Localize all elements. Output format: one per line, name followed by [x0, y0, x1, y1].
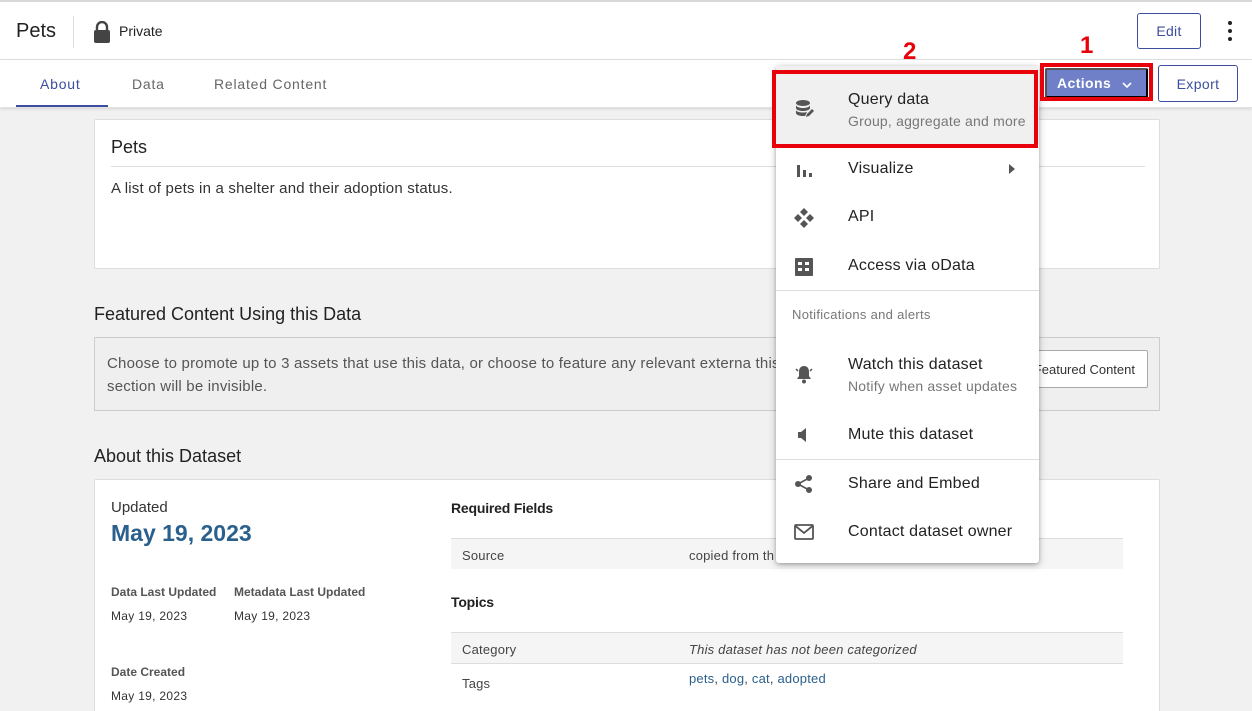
menu-item-sub: Notify when asset updates: [848, 378, 1018, 394]
updated-value: May 19, 2023: [111, 520, 252, 546]
menu-item-api[interactable]: API: [776, 192, 1039, 240]
metadata-last-updated-label: Metadata Last Updated: [234, 585, 366, 599]
menu-item-label: Visualize: [848, 160, 914, 177]
page-title: Pets: [16, 20, 57, 42]
table-row: Tags pets, dog, cat, adopted: [451, 663, 1123, 694]
tag-link[interactable]: adopted: [778, 671, 826, 686]
edit-button[interactable]: Edit: [1137, 13, 1201, 49]
table-row: Category This dataset has not been categ…: [451, 632, 1123, 663]
featured-heading: Featured Content Using this Data: [94, 304, 362, 324]
visibility-label: Private: [119, 23, 163, 39]
menu-item-mute[interactable]: Mute this dataset: [776, 410, 1039, 458]
menu-item-odata[interactable]: Access via oData: [776, 240, 1039, 290]
featured-button-label: Featured Content: [1033, 361, 1135, 377]
source-key: Source: [462, 548, 505, 563]
menu-item-label: API: [848, 208, 875, 225]
about-heading: About this Dataset: [94, 446, 242, 466]
metadata-last-updated-value: May 19, 2023: [234, 609, 311, 623]
menu-item-watch[interactable]: Watch this dataset Notify when asset upd…: [776, 342, 1039, 406]
annotation-box-query-data: [772, 70, 1038, 148]
api-icon: [794, 208, 814, 228]
speaker-icon: [798, 428, 806, 442]
tag-link[interactable]: dog: [722, 671, 744, 686]
title-divider: [73, 16, 74, 48]
source-value: copied from th: [689, 548, 775, 563]
share-icon: [795, 475, 812, 493]
more-options-icon[interactable]: [1224, 19, 1236, 43]
tag-separator: ,: [744, 671, 749, 686]
export-button[interactable]: Export: [1158, 65, 1238, 102]
menu-section-label: Notifications and alerts: [792, 307, 931, 322]
menu-item-label: Contact dataset owner: [848, 523, 1013, 540]
chevron-right-icon: [1009, 164, 1015, 174]
active-tab-indicator: [16, 105, 108, 107]
dataset-name: Pets: [111, 137, 148, 157]
updated-label: Updated: [111, 499, 168, 516]
annotation-number-1: 1: [1080, 32, 1094, 59]
menu-divider: [776, 290, 1039, 291]
category-value: This dataset has not been categorized: [689, 642, 917, 657]
tab-data[interactable]: Data: [132, 76, 165, 92]
table-icon: [795, 258, 813, 276]
menu-item-label: Watch this dataset: [848, 356, 983, 373]
tag-separator: ,: [714, 671, 719, 686]
menu-item-contact[interactable]: Contact dataset owner: [776, 508, 1039, 556]
menu-item-label: Access via oData: [848, 257, 975, 274]
tag-separator: ,: [769, 671, 774, 686]
menu-item-label: Mute this dataset: [848, 426, 974, 443]
menu-item-label: Share and Embed: [848, 475, 980, 492]
menu-item-visualize[interactable]: Visualize: [776, 144, 1039, 192]
lock-icon: [94, 21, 110, 43]
tag-link[interactable]: pets: [689, 671, 714, 686]
featured-description: Choose to promote up to 3 assets that us…: [107, 355, 780, 395]
bell-icon: [795, 366, 813, 384]
topics-heading: Topics: [451, 594, 494, 610]
date-created-label: Date Created: [111, 665, 186, 679]
date-created-value: May 19, 2023: [111, 689, 188, 703]
tag-link[interactable]: cat: [752, 671, 770, 686]
tab-related-content[interactable]: Related Content: [214, 76, 327, 92]
menu-item-share[interactable]: Share and Embed: [776, 460, 1039, 508]
data-last-updated-label: Data Last Updated: [111, 585, 217, 599]
tags-key: Tags: [462, 676, 491, 691]
category-key: Category: [462, 642, 517, 657]
tags-list: pets, dog, cat, adopted: [689, 671, 826, 686]
required-fields-heading: Required Fields: [451, 500, 554, 516]
mail-icon: [794, 524, 814, 540]
bar-chart-icon: [797, 165, 812, 177]
annotation-box-actions: [1040, 63, 1153, 101]
tab-about[interactable]: About: [40, 76, 81, 92]
annotation-number-2: 2: [903, 38, 917, 65]
add-featured-content-button[interactable]: Featured Content: [1033, 350, 1148, 388]
top-header: Pets Private Edit: [0, 0, 1252, 60]
dataset-description: A list of pets in a shelter and their ad…: [111, 180, 453, 197]
data-last-updated-value: May 19, 2023: [111, 609, 188, 623]
